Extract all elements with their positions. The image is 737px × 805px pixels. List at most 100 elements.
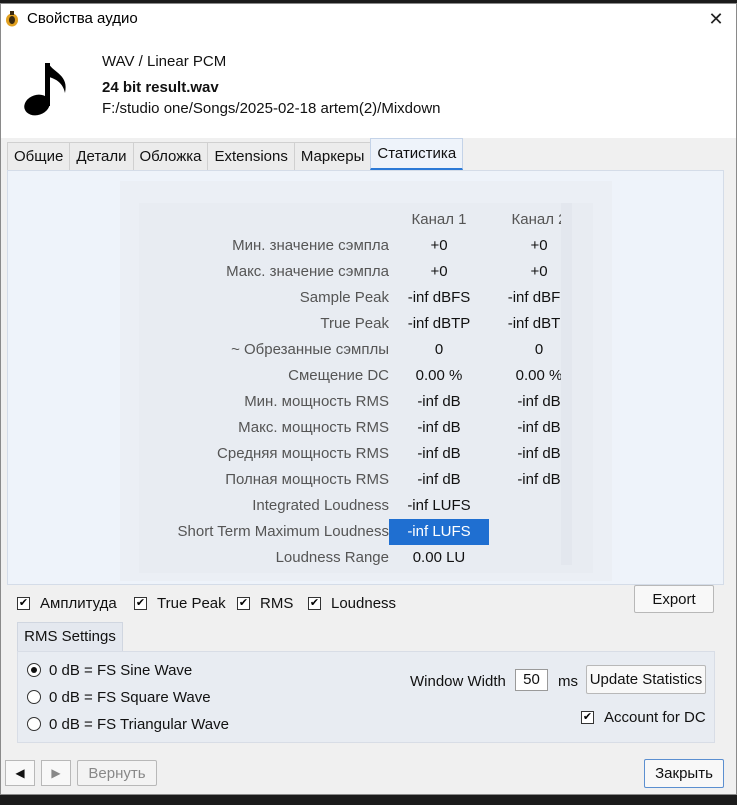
cell-channel-1: +0 bbox=[430, 263, 448, 280]
cell-channel-1: 0.00 % bbox=[415, 367, 463, 384]
table-row[interactable]: Мин. значение сэмпла +0 +0 bbox=[139, 233, 599, 259]
radio-square-wave[interactable]: 0 dB = FS Square Wave bbox=[27, 686, 211, 708]
cell-channel-2: -inf dBFS bbox=[507, 289, 571, 306]
cell-channel-1: +0 bbox=[430, 237, 448, 254]
row-label: Short Term Maximum Loudness bbox=[177, 523, 389, 540]
cell-channel-1: -inf dB bbox=[417, 393, 461, 410]
file-header: WAV / Linear PCM 24 bit result.wav F:/st… bbox=[1, 34, 736, 138]
cell-channel-2: -inf dB bbox=[517, 445, 561, 462]
table-row[interactable]: Средняя мощность RMS -inf dB -inf dB bbox=[139, 441, 599, 467]
table-row[interactable]: True Peak -inf dBTP -inf dBTP bbox=[139, 311, 599, 337]
radio-button-selected[interactable] bbox=[27, 663, 41, 677]
table-row[interactable]: Short Term Maximum Loudness -inf LUFS bbox=[139, 519, 599, 545]
table-row[interactable]: ~ Обрезанные сэмплы 0 0 bbox=[139, 337, 599, 363]
cell-channel-1: -inf dBTP bbox=[407, 315, 471, 332]
amplitude-option[interactable]: ✔ Амплитуда bbox=[17, 592, 117, 614]
statistics-table[interactable]: Канал 1 Канал 2 Мин. значение сэмпла +0 +0… bbox=[139, 203, 593, 573]
statistics-scrollbar[interactable] bbox=[561, 203, 572, 565]
file-name: 24 bit result.wav bbox=[102, 79, 219, 96]
next-icon[interactable]: ▶ bbox=[41, 760, 71, 786]
radio-sine-wave[interactable]: 0 dB = FS Sine Wave bbox=[27, 659, 192, 681]
true-peak-checkbox[interactable]: ✔ bbox=[134, 596, 147, 610]
row-label: Sample Peak bbox=[299, 289, 389, 306]
row-label: Смещение DC bbox=[288, 367, 389, 384]
title-bar: Свойства аудио ✕ bbox=[1, 4, 736, 34]
true-peak-option[interactable]: ✔ True Peak bbox=[134, 592, 226, 614]
row-label: Макс. мощность RMS bbox=[238, 419, 389, 436]
tab-cover[interactable]: Обложка bbox=[132, 142, 209, 170]
radio-triangular-wave[interactable]: 0 dB = FS Triangular Wave bbox=[27, 713, 229, 735]
cell-channel-2: -inf dBTP bbox=[507, 315, 571, 332]
row-label: ~ Обрезанные сэмплы bbox=[231, 341, 389, 358]
table-row[interactable]: Integrated Loudness -inf LUFS bbox=[139, 493, 599, 519]
radio-button[interactable] bbox=[27, 717, 41, 731]
column-header-ch2: Канал 2 bbox=[511, 211, 567, 228]
row-label: Мин. значение сэмпла bbox=[232, 237, 389, 254]
update-statistics-button[interactable]: Update Statistics bbox=[586, 665, 706, 694]
statistics-box: Канал 1 Канал 2 Мин. значение сэмпла +0 +0… bbox=[120, 181, 612, 581]
tab-details[interactable]: Детали bbox=[69, 142, 134, 170]
table-row[interactable]: Loudness Range 0.00 LU bbox=[139, 545, 599, 571]
close-icon[interactable]: ✕ bbox=[696, 4, 736, 34]
cell-channel-1: -inf dB bbox=[417, 419, 461, 436]
tab-general[interactable]: Общие bbox=[7, 142, 71, 170]
cell-channel-2: +0 bbox=[530, 237, 548, 254]
app-icon bbox=[6, 11, 18, 27]
row-label: Integrated Loudness bbox=[252, 497, 389, 514]
radio-button[interactable] bbox=[27, 690, 41, 704]
tab-rms-settings[interactable]: RMS Settings bbox=[17, 622, 123, 652]
revert-button[interactable]: Вернуть bbox=[77, 760, 157, 786]
table-row[interactable]: Макс. значение сэмпла +0 +0 bbox=[139, 259, 599, 285]
table-row[interactable]: Смещение DC 0.00 % 0.00 % bbox=[139, 363, 599, 389]
account-for-dc-label: Account for DC bbox=[604, 709, 706, 726]
radio-label: 0 dB = FS Sine Wave bbox=[49, 661, 193, 679]
export-button[interactable]: Export bbox=[634, 585, 714, 613]
loudness-option[interactable]: ✔ Loudness bbox=[308, 592, 396, 614]
amplitude-label: Амплитуда bbox=[40, 594, 117, 612]
loudness-checkbox[interactable]: ✔ bbox=[308, 596, 321, 610]
previous-icon[interactable]: ◀ bbox=[5, 760, 35, 786]
music-note-icon bbox=[24, 63, 66, 116]
rms-checkbox[interactable]: ✔ bbox=[237, 596, 250, 610]
window-width-input[interactable]: 50 bbox=[515, 669, 548, 691]
tab-markers[interactable]: Маркеры bbox=[293, 142, 372, 170]
cell-channel-1: 0.00 LU bbox=[412, 549, 466, 566]
row-label: Мин. мощность RMS bbox=[244, 393, 389, 410]
tab-bar: Общие Детали Обложка Extensions Маркеры … bbox=[7, 138, 464, 171]
true-peak-label: True Peak bbox=[157, 594, 226, 612]
loudness-label: Loudness bbox=[331, 594, 397, 612]
row-label: True Peak bbox=[320, 315, 389, 332]
table-row[interactable]: Мин. мощность RMS -inf dB -inf dB bbox=[139, 389, 599, 415]
row-label: Loudness Range bbox=[275, 549, 389, 566]
table-header-row: Канал 1 Канал 2 bbox=[139, 207, 599, 233]
table-row[interactable]: Макс. мощность RMS -inf dB -inf dB bbox=[139, 415, 599, 441]
cell-channel-2: 0 bbox=[534, 341, 544, 358]
row-label: Макс. значение сэмпла bbox=[226, 263, 389, 280]
tab-statistics[interactable]: Статистика bbox=[370, 138, 464, 170]
cell-channel-2: -inf dB bbox=[517, 393, 561, 410]
file-path: F:/studio one/Songs/2025-02-18 artem(2)/… bbox=[102, 100, 441, 117]
radio-label: 0 dB = FS Triangular Wave bbox=[49, 715, 229, 733]
tab-extensions[interactable]: Extensions bbox=[207, 142, 295, 170]
account-for-dc-option[interactable]: ✔ Account for DC bbox=[581, 709, 706, 726]
row-label: Полная мощность RMS bbox=[225, 471, 389, 488]
cell-channel-2: -inf dB bbox=[517, 419, 561, 436]
cell-channel-2: 0.00 % bbox=[515, 367, 563, 384]
column-header-ch1: Канал 1 bbox=[411, 211, 467, 228]
account-for-dc-checkbox[interactable]: ✔ bbox=[581, 711, 594, 724]
cell-channel-1: -inf dB bbox=[417, 445, 461, 462]
table-row[interactable]: Sample Peak -inf dBFS -inf dBFS bbox=[139, 285, 599, 311]
window-width-label: Window Width bbox=[410, 673, 506, 690]
cell-channel-1: -inf dBFS bbox=[407, 289, 471, 306]
rms-option[interactable]: ✔ RMS bbox=[237, 592, 293, 614]
cell-channel-2: -inf dB bbox=[517, 471, 561, 488]
cell-channel-1: -inf LUFS bbox=[407, 497, 471, 514]
amplitude-checkbox[interactable]: ✔ bbox=[17, 596, 30, 610]
file-format: WAV / Linear PCM bbox=[102, 53, 227, 70]
close-button[interactable]: Закрыть bbox=[644, 759, 724, 788]
rms-settings-panel: 0 dB = FS Sine Wave 0 dB = FS Square Wav… bbox=[17, 651, 715, 743]
table-row[interactable]: Полная мощность RMS -inf dB -inf dB bbox=[139, 467, 599, 493]
cell-channel-1: -inf LUFS bbox=[389, 519, 489, 545]
cell-channel-2: +0 bbox=[530, 263, 548, 280]
cell-channel-1: 0 bbox=[434, 341, 444, 358]
